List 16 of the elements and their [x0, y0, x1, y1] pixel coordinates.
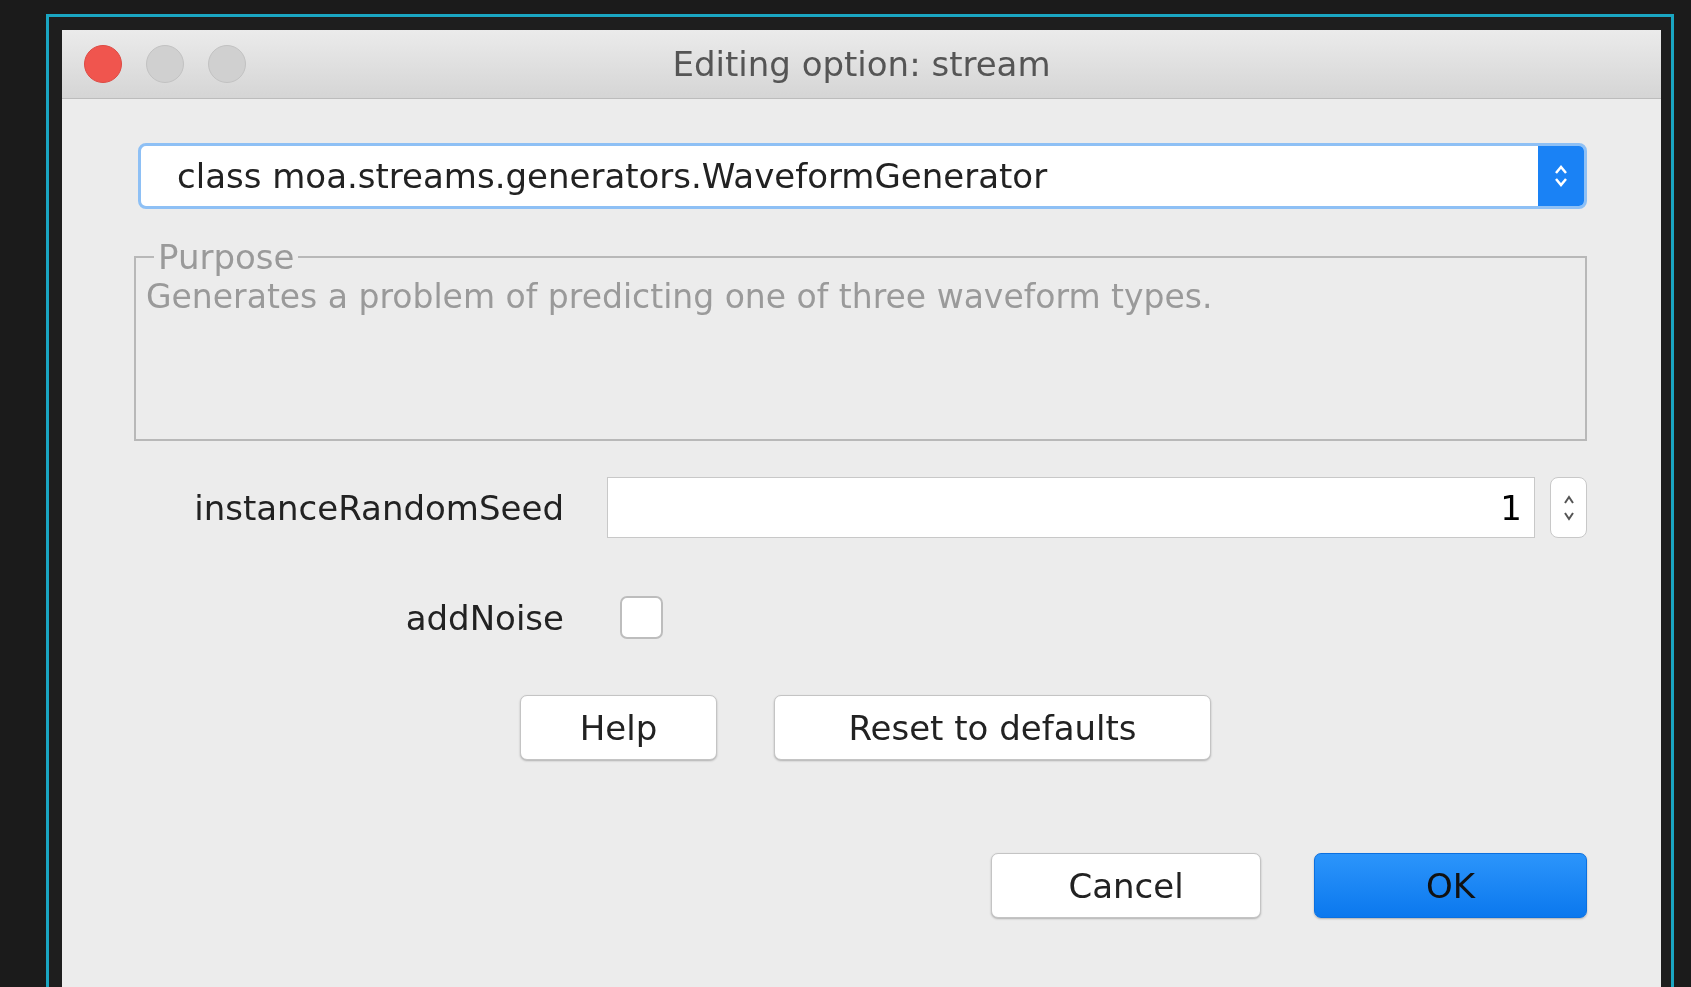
purpose-legend: Purpose: [154, 237, 299, 277]
option-label: instanceRandomSeed: [193, 487, 564, 528]
zoom-button[interactable]: [208, 45, 246, 83]
close-button[interactable]: [84, 45, 122, 83]
checkbox[interactable]: [620, 596, 663, 639]
spinner-button[interactable]: [1550, 477, 1587, 538]
help-button[interactable]: Help: [520, 695, 717, 760]
reset-button[interactable]: Reset to defaults: [774, 695, 1211, 760]
window-title: Editing option: stream: [672, 44, 1051, 84]
option-label: addNoise: [404, 597, 564, 638]
number-field[interactable]: 1: [607, 477, 1535, 538]
class-dropdown[interactable]: class moa.streams.generators.WaveformGenerator: [138, 143, 1587, 209]
ok-button[interactable]: OK: [1314, 853, 1587, 918]
purpose-text: Generates a problem of predicting one of three waveform types.: [146, 277, 1214, 316]
cancel-button[interactable]: Cancel: [991, 853, 1261, 918]
minimize-button[interactable]: [146, 45, 184, 83]
